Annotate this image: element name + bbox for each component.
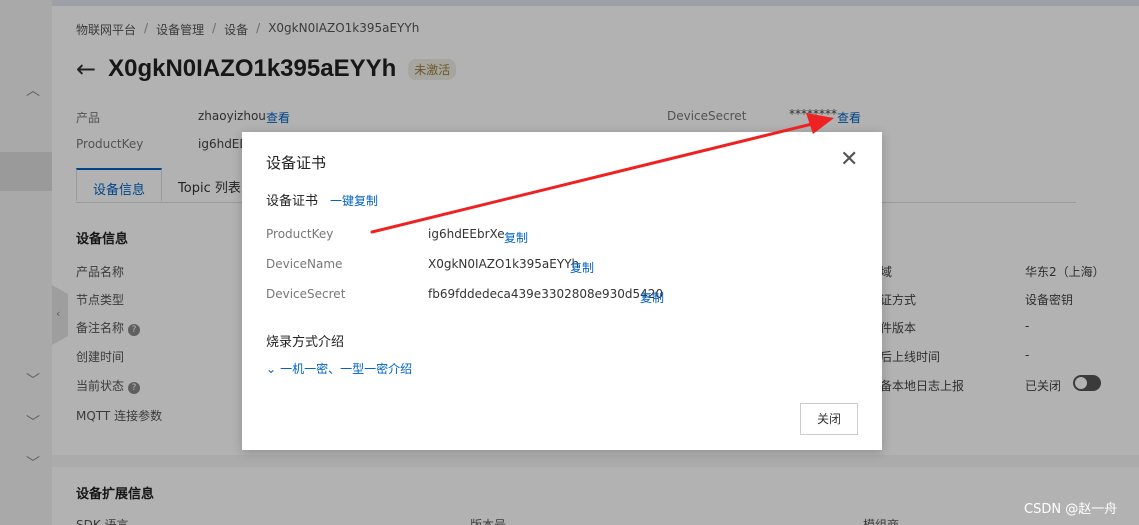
burn-intro-label: 一机一密、一型一密介绍 <box>280 362 413 376</box>
copy-devicesecret-link[interactable]: 复制 <box>640 289 664 306</box>
devicename-value: X0gkN0IAZO1k395aEYYh <box>428 257 580 271</box>
copy-all-link[interactable]: 一键复制 <box>330 192 378 209</box>
field-label: ProductKey <box>266 227 334 241</box>
burn-intro-link[interactable]: ⌄ 一机一密、一型一密介绍 <box>266 360 412 377</box>
cert-section-title: 设备证书 <box>266 194 319 209</box>
field-label: DeviceSecret <box>266 287 346 301</box>
close-icon[interactable]: ✕ <box>840 149 858 171</box>
productkey-value: ig6hdEEbrXe <box>428 227 505 241</box>
copy-devicename-link[interactable]: 复制 <box>570 259 594 276</box>
chevron-down-icon: ⌄ <box>266 361 277 376</box>
devicesecret-value: fb69fddedeca439e3302808e930d5420 <box>428 287 664 301</box>
dialog-title: 设备证书 <box>266 154 327 172</box>
copy-productkey-link[interactable]: 复制 <box>504 229 528 246</box>
certificate-dialog: 设备证书 ✕ 设备证书 一键复制 ProductKey ig6hdEEbrXe … <box>242 132 882 450</box>
watermark: CSDN @赵一舟 <box>1024 502 1118 517</box>
field-label: DeviceName <box>266 257 343 271</box>
close-button[interactable]: 关闭 <box>800 403 858 435</box>
burn-section-title: 烧录方式介绍 <box>266 335 345 350</box>
